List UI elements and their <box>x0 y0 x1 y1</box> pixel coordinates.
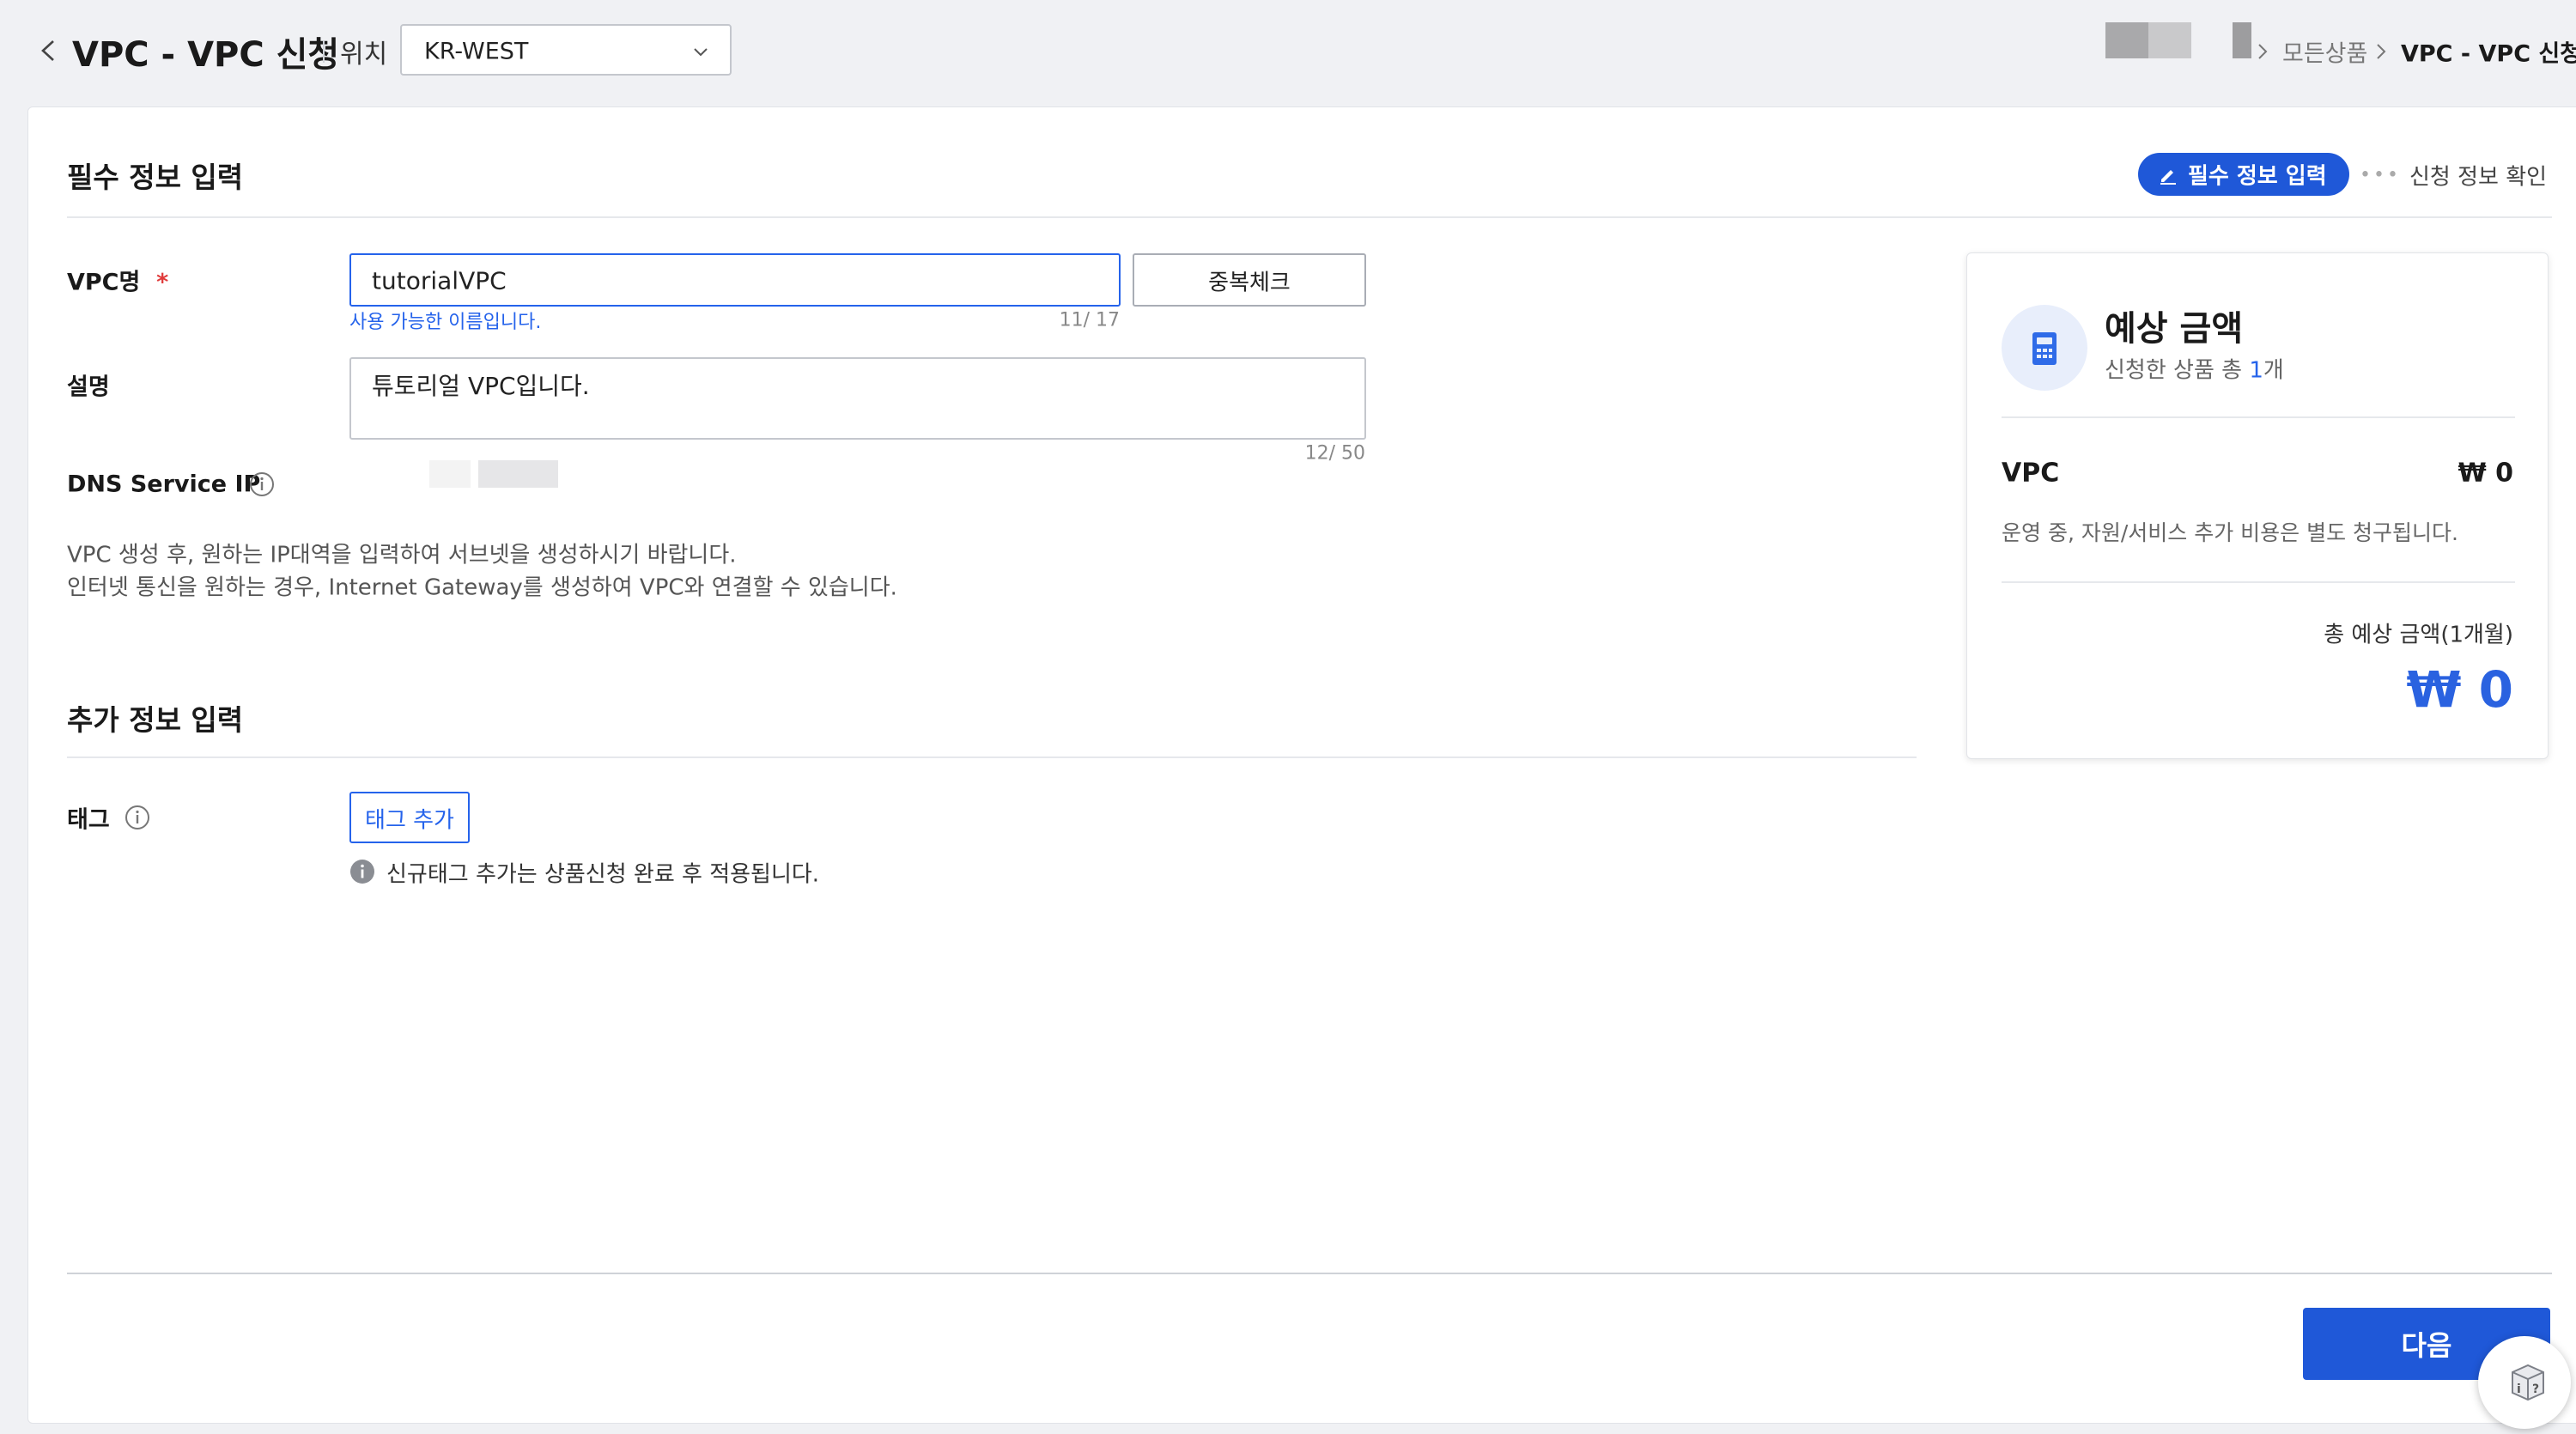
card-divider <box>2002 581 2515 583</box>
step-dots: ••• <box>2360 164 2401 186</box>
description-counter: 12/ 50 <box>1304 442 1365 465</box>
product-count: 1 <box>2249 357 2263 384</box>
price-card-title: 예상 금액 <box>2105 309 2244 349</box>
blurred-user-info <box>2105 22 2191 58</box>
price-item-value: ₩ 0 <box>2458 458 2513 489</box>
step-active-label: 필수 정보 입력 <box>2188 163 2327 190</box>
info-filled-icon <box>350 860 374 884</box>
required-mark: * <box>156 269 169 296</box>
estimated-price-card: 예상 금액 신청한 상품 총 1개 VPC ₩ 0 운영 중, 자원/서비스 추… <box>1966 252 2549 759</box>
blurred-breadcrumb-root <box>2233 22 2251 58</box>
region-value: KR-WEST <box>424 38 529 65</box>
description-value: 튜토리얼 VPC입니다. <box>372 372 590 400</box>
name-available-message: 사용 가능한 이름입니다. <box>349 312 542 333</box>
tag-label: 태그 <box>67 806 110 834</box>
chevron-down-icon <box>694 48 708 57</box>
tag-note: 신규태그 추가는 상품신청 완료 후 적용됩니다. <box>386 861 820 888</box>
info-icon[interactable] <box>124 804 151 831</box>
total-price-value: ₩ 0 <box>2406 660 2513 719</box>
total-price-label: 총 예상 금액(1개월) <box>2324 622 2513 648</box>
location-label: 위치 <box>340 39 388 70</box>
add-tag-button[interactable]: 태그 추가 <box>349 792 470 843</box>
region-select[interactable]: KR-WEST <box>400 24 732 76</box>
info-icon[interactable] <box>248 471 276 498</box>
chevron-right-icon <box>2377 44 2386 59</box>
section-divider <box>67 756 1917 758</box>
calculator-icon <box>2032 332 2057 365</box>
guide-line-2: 인터넷 통신을 원하는 경우, Internet Gateway를 생성하여 V… <box>67 574 897 601</box>
guide-line-1: VPC 생성 후, 원하는 IP대역을 입력하여 서브넷을 생성하시기 바랍니다… <box>67 542 737 568</box>
help-button[interactable]: i ? <box>2478 1336 2571 1429</box>
duplicate-check-label: 중복체크 <box>1208 270 1291 296</box>
vpc-name-input[interactable]: tutorialVPC <box>349 253 1121 307</box>
back-arrow-icon[interactable] <box>34 36 64 65</box>
vpc-name-value: tutorialVPC <box>372 266 507 295</box>
vpc-name-counter: 11/ 17 <box>1059 309 1120 331</box>
add-tag-label: 태그 추가 <box>365 807 454 834</box>
price-notice: 운영 중, 자원/서비스 추가 비용은 별도 청구됩니다. <box>2002 520 2458 545</box>
header-divider <box>323 40 325 63</box>
section-divider <box>67 216 2552 218</box>
pencil-icon <box>2160 170 2176 185</box>
next-button-label: 다음 <box>2401 1329 2452 1362</box>
description-textarea[interactable]: 튜토리얼 VPC입니다. <box>349 357 1366 440</box>
calculator-badge <box>2002 305 2087 391</box>
required-section-title: 필수 정보 입력 <box>67 161 244 194</box>
breadcrumb-all-products[interactable]: 모든상품 <box>2282 35 2367 69</box>
svg-text:?: ? <box>2532 1382 2539 1396</box>
breadcrumb-current: VPC - VPC 신청 <box>2401 40 2576 68</box>
vpc-name-label: VPC명 * <box>67 269 169 296</box>
dns-service-ip-label: DNS Service IP <box>67 471 261 498</box>
page-title: VPC - VPC 신청 <box>72 35 340 75</box>
card-divider <box>2002 416 2515 418</box>
description-label: 설명 <box>67 374 110 401</box>
footer-divider <box>67 1273 2552 1274</box>
help-icon: i ? <box>2512 1364 2544 1401</box>
chevron-right-icon <box>2258 44 2268 59</box>
additional-section-title: 추가 정보 입력 <box>67 703 244 737</box>
step-confirm-info[interactable]: 신청 정보 확인 <box>2409 160 2547 191</box>
price-item-name: VPC <box>2002 458 2060 489</box>
dns-ip-redacted <box>429 460 558 488</box>
price-card-subtitle: 신청한 상품 총 1개 <box>2105 357 2284 384</box>
step-required-info[interactable]: 필수 정보 입력 <box>2138 153 2349 196</box>
svg-text:i: i <box>2517 1382 2521 1396</box>
duplicate-check-button[interactable]: 중복체크 <box>1133 253 1366 307</box>
